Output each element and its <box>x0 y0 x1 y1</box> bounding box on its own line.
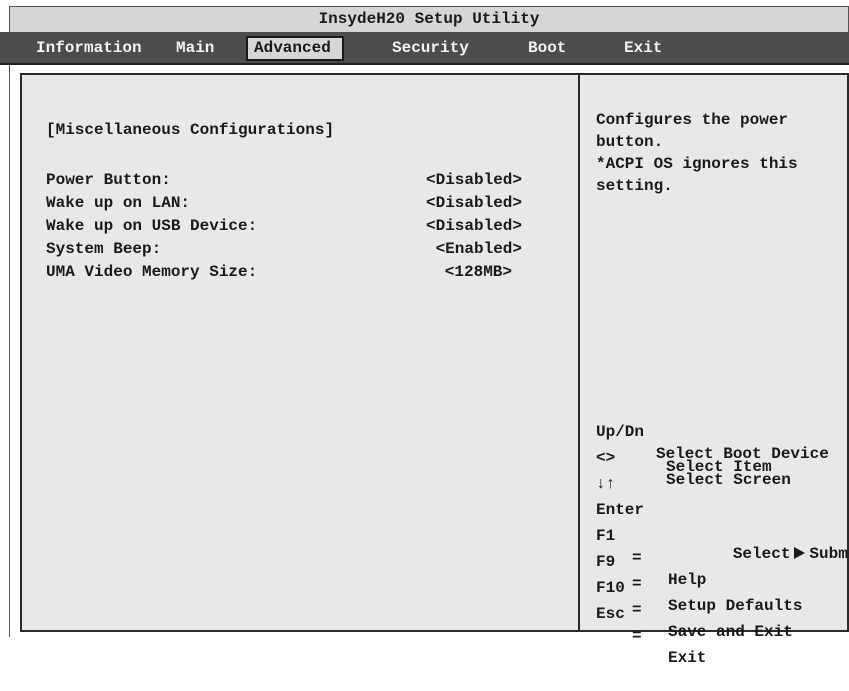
setting-label: System Beep: <box>46 240 162 258</box>
tab-boot[interactable]: Boot <box>522 36 572 61</box>
key-f10: F10 = Save and Exit <box>596 555 846 641</box>
left-border <box>9 73 10 637</box>
help-line: Configures the power <box>596 111 789 129</box>
tab-security[interactable]: Security <box>386 36 475 61</box>
key-desc: Save and Exit <box>668 623 793 641</box>
main-panel: [Miscellaneous Configurations] Power But… <box>20 73 849 667</box>
key-esc: Esc = Exit <box>596 581 846 667</box>
setting-wake-on-lan[interactable]: Wake up on LAN: <Disabled> <box>46 194 546 216</box>
setting-value[interactable]: <Disabled> <box>426 171 522 189</box>
key-updn: Up/Dn Select Boot Device <box>596 399 846 463</box>
setting-system-beep[interactable]: System Beep: <Enabled> <box>46 240 546 262</box>
help-line: *ACPI OS ignores this <box>596 155 798 173</box>
key-desc: Select Item <box>666 458 772 476</box>
top-strip <box>9 65 849 73</box>
panel-divider <box>578 75 580 630</box>
setting-value[interactable]: <128MB> <box>445 263 512 281</box>
menu-bar: Information Main Advanced Security Boot … <box>0 32 849 65</box>
setting-value[interactable]: <Disabled> <box>426 217 522 235</box>
window-title: InsydeH20 Setup Utility <box>9 6 849 32</box>
setting-label: Power Button: <box>46 171 171 189</box>
tab-exit[interactable]: Exit <box>618 36 668 61</box>
key-up-down-arrows: ↓↑ Select Item <box>596 451 846 493</box>
key-legend: Up/Dn Select Boot Device <> Select Scree… <box>596 399 849 667</box>
tab-main[interactable]: Main <box>170 36 220 61</box>
setting-label: Wake up on LAN: <box>46 194 191 212</box>
key-enter: Enter SelectSubmenu <box>596 477 849 563</box>
key-equals: = <box>632 627 642 645</box>
help-line: setting. <box>596 177 673 195</box>
section-heading: [Miscellaneous Configurations] <box>46 121 335 139</box>
key-left-right: <> Select Screen <box>596 425 846 489</box>
setting-label: UMA Video Memory Size: <box>46 263 258 281</box>
setting-wake-on-usb[interactable]: Wake up on USB Device: <Disabled> <box>46 217 546 239</box>
setting-power-button[interactable]: Power Button: <Disabled> <box>46 171 546 193</box>
setting-value[interactable]: <Enabled> <box>436 240 522 258</box>
help-line: button. <box>596 133 664 151</box>
key-f1: F1 = Help <box>596 503 846 589</box>
key-desc: Exit <box>668 649 707 667</box>
setting-label: Wake up on USB Device: <box>46 217 258 235</box>
tab-information[interactable]: Information <box>30 36 148 61</box>
tab-advanced[interactable]: Advanced <box>246 36 344 61</box>
help-text: Configures the power button. *ACPI OS ig… <box>596 109 836 197</box>
setting-value[interactable]: <Disabled> <box>426 194 522 212</box>
key-f9: F9 = Setup Defaults <box>596 529 846 615</box>
setting-uma-video-memory[interactable]: UMA Video Memory Size: <128MB> <box>46 263 546 285</box>
key-name: Esc <box>596 605 625 623</box>
